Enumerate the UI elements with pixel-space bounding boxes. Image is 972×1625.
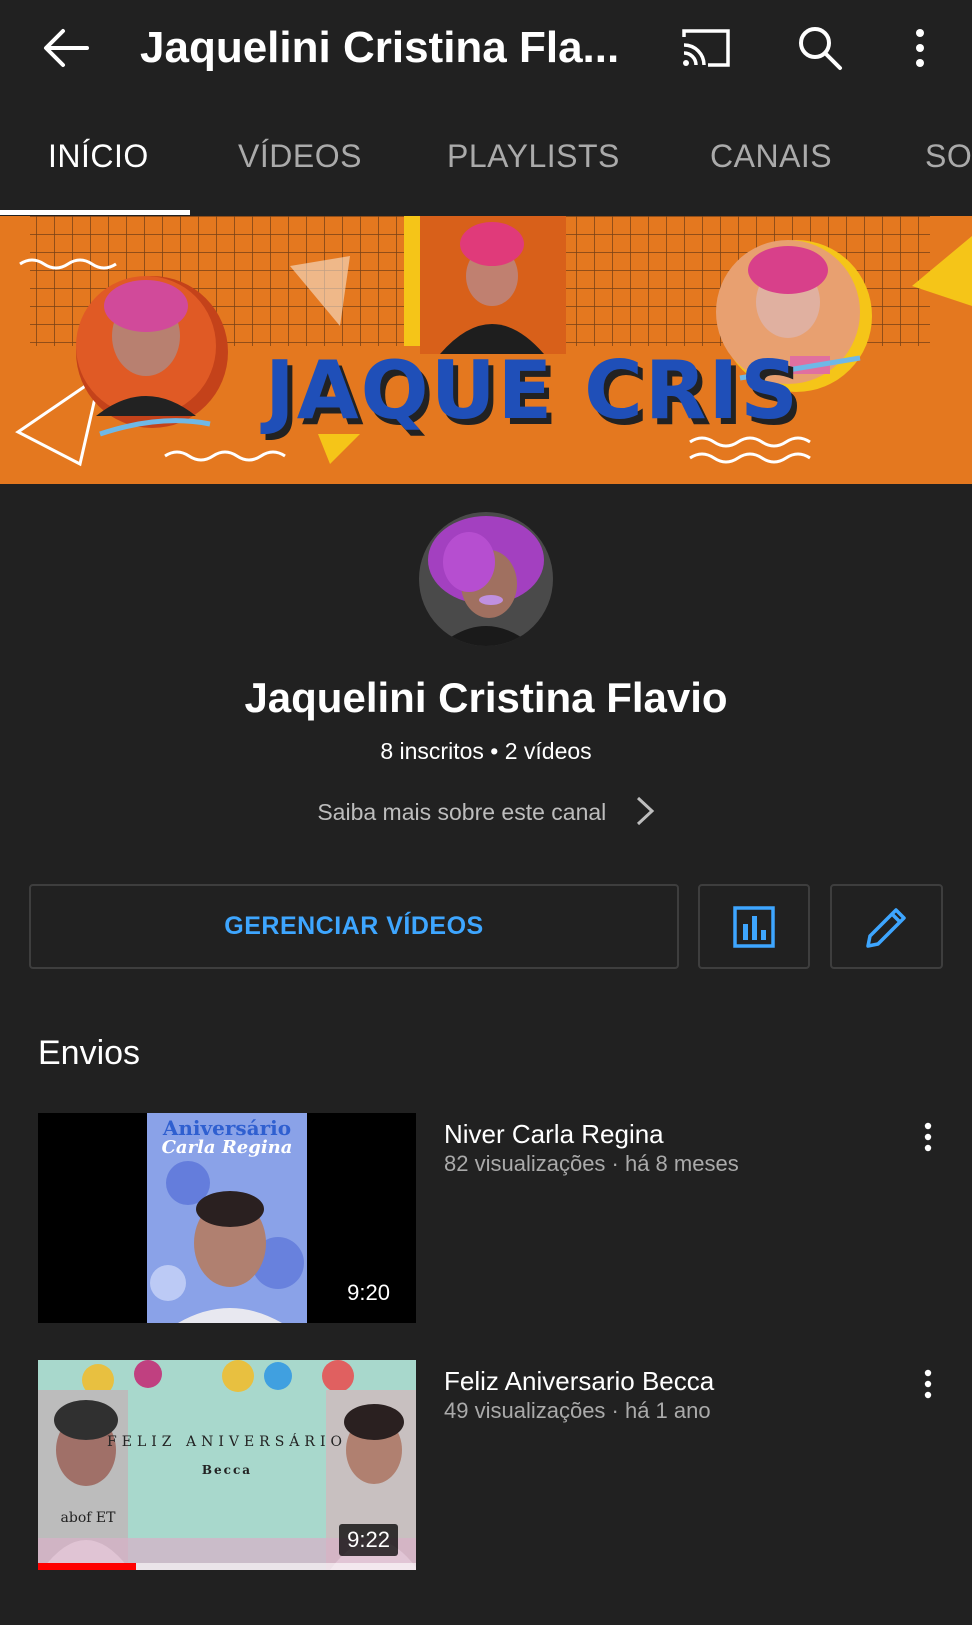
video-thumbnail[interactable]: Aniversário Carla Regina 9:20 xyxy=(38,1113,416,1323)
edit-channel-button[interactable] xyxy=(830,884,943,969)
tab-inicio[interactable]: INÍCIO xyxy=(48,138,149,175)
thumbnail-text-3: abof ET xyxy=(61,1510,117,1526)
back-button[interactable] xyxy=(36,20,96,76)
active-tab-indicator xyxy=(0,210,190,215)
more-vert-icon xyxy=(916,29,924,67)
video-duration: 9:20 xyxy=(339,1277,398,1309)
analytics-icon xyxy=(733,905,775,948)
more-options-button[interactable] xyxy=(890,18,950,78)
cast-icon xyxy=(682,29,730,67)
pencil-icon xyxy=(865,907,906,948)
video-title[interactable]: Feliz Aniversario Becca xyxy=(444,1366,884,1397)
tab-sobre[interactable]: SOBRE xyxy=(925,138,972,175)
tab-playlists[interactable]: PLAYLISTS xyxy=(447,138,620,175)
uploads-section-title: Envios xyxy=(38,1034,141,1072)
about-channel-label: Saiba mais sobre este canal xyxy=(317,799,607,826)
chevron-right-icon xyxy=(635,795,655,833)
channel-name: Jaquelini Cristina Flavio xyxy=(244,674,728,721)
page-title: Jaquelini Cristina Fla... xyxy=(140,23,620,72)
banner-art: JAQUE CRIS JAQUE CRIS xyxy=(0,216,972,484)
avatar-image xyxy=(419,512,553,646)
video-item[interactable]: Aniversário Carla Regina 9:20 Niver Carl… xyxy=(38,1113,938,1323)
thumbnail-text-2: Becca xyxy=(202,1463,252,1477)
video-meta: 49 visualizações · há 1 ano xyxy=(444,1398,711,1423)
more-vert-icon xyxy=(924,1369,932,1399)
more-vert-icon xyxy=(924,1122,932,1152)
channel-stats: 8 inscritos • 2 vídeos xyxy=(380,738,592,764)
video-duration: 9:22 xyxy=(339,1524,398,1556)
video-meta: 82 visualizações · há 8 meses xyxy=(444,1151,739,1176)
channel-avatar[interactable] xyxy=(419,512,553,646)
search-icon xyxy=(799,27,842,70)
video-more-button[interactable] xyxy=(918,1117,938,1157)
thumbnail-text-2: Carla Regina xyxy=(162,1137,293,1158)
arrow-left-icon xyxy=(44,29,89,67)
tab-canais[interactable]: CANAIS xyxy=(710,138,832,175)
about-channel-link[interactable]: Saiba mais sobre este canal xyxy=(0,795,972,833)
analytics-button[interactable] xyxy=(698,884,810,969)
banner-title: JAQUE CRIS xyxy=(260,344,800,437)
channel-banner: JAQUE CRIS JAQUE CRIS xyxy=(0,216,972,484)
cast-button[interactable] xyxy=(676,18,736,78)
video-item[interactable]: FELIZ ANIVERSÁRIO Becca abof ET 9:22 Fel… xyxy=(38,1360,938,1570)
manage-videos-button[interactable]: GERENCIAR VÍDEOS xyxy=(29,884,679,969)
tab-videos[interactable]: VÍDEOS xyxy=(238,138,362,175)
watch-progress-fill xyxy=(38,1563,137,1570)
app-bar: Jaquelini Cristina Fla... xyxy=(0,0,972,96)
video-thumbnail[interactable]: FELIZ ANIVERSÁRIO Becca abof ET 9:22 xyxy=(38,1360,416,1570)
watch-progress-bar xyxy=(38,1563,416,1570)
video-more-button[interactable] xyxy=(918,1364,938,1404)
channel-tabs: INÍCIO VÍDEOS PLAYLISTS CANAIS SOBRE xyxy=(0,96,972,216)
thumbnail-text-1: FELIZ ANIVERSÁRIO xyxy=(107,1432,347,1450)
video-title[interactable]: Niver Carla Regina xyxy=(444,1119,884,1150)
search-button[interactable] xyxy=(790,18,850,78)
